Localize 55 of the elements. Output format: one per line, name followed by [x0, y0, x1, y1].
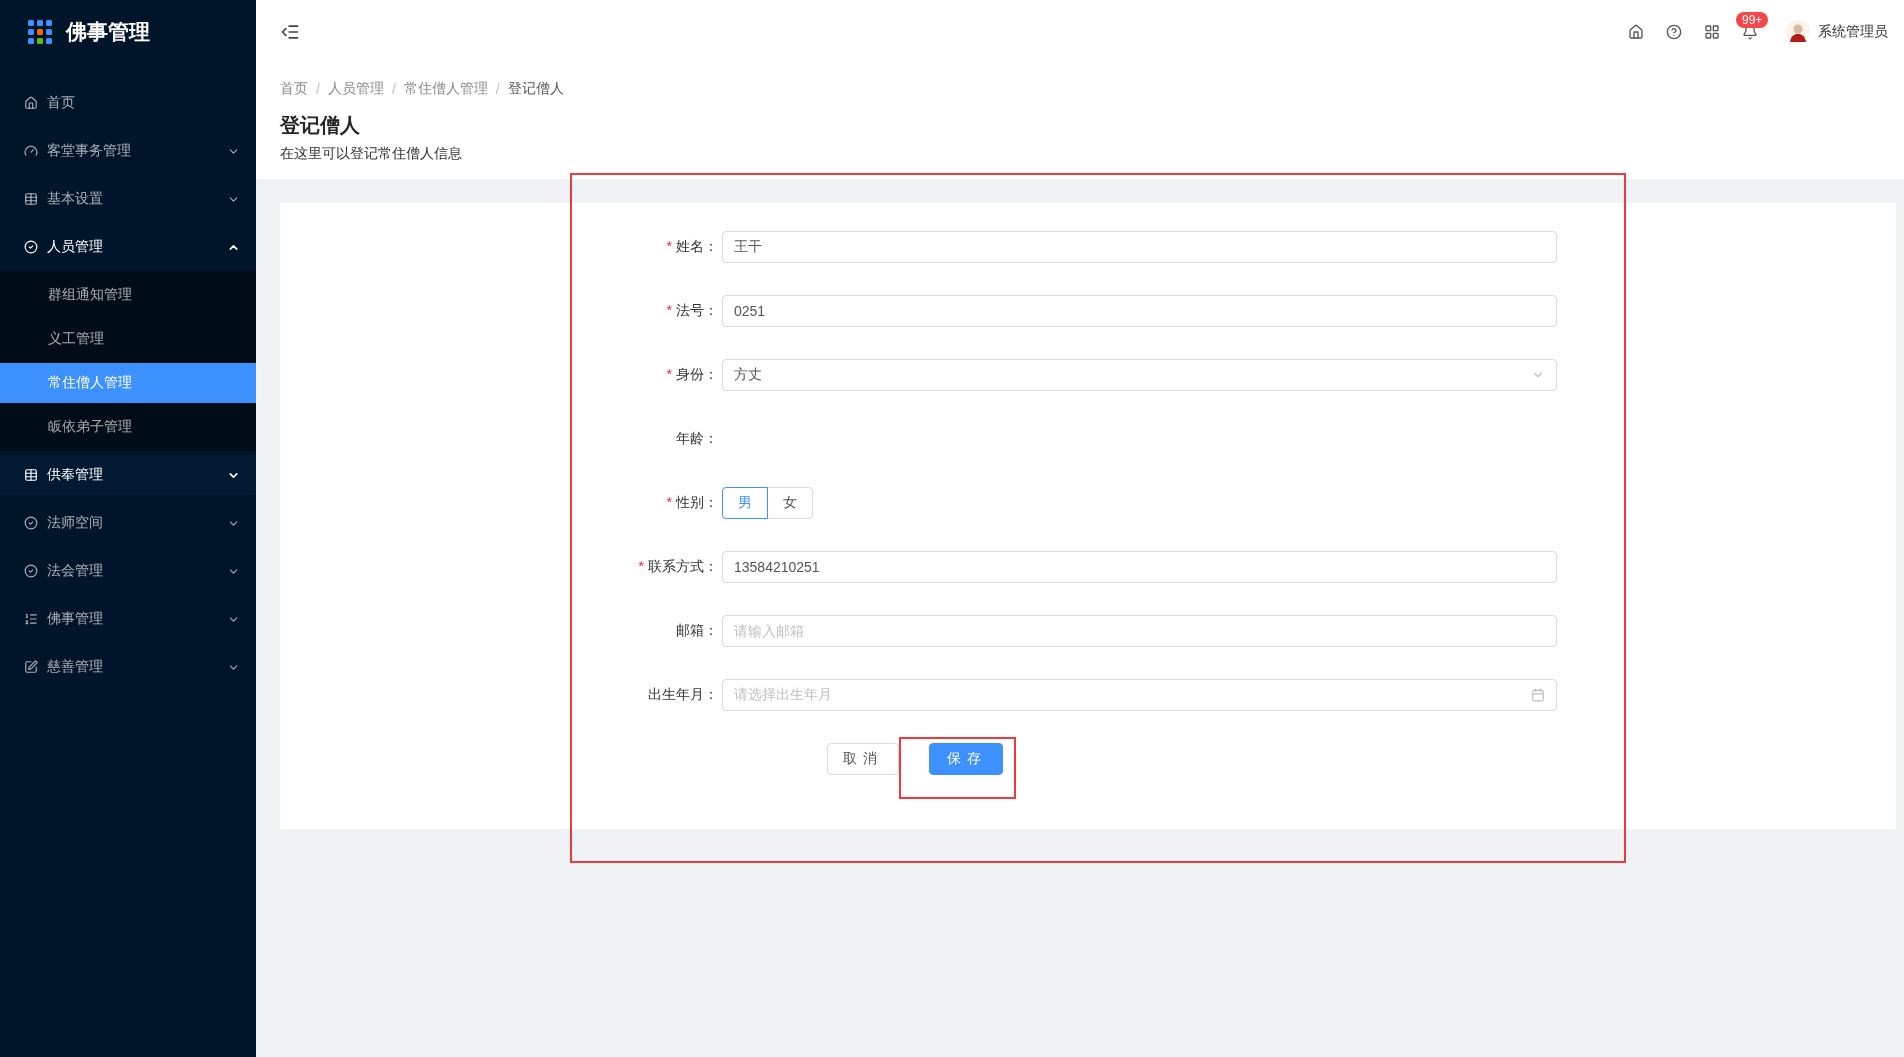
field-label: * 法号： [665, 302, 719, 320]
sidebar-subitem[interactable]: 群组通知管理 [0, 275, 256, 315]
gender-option[interactable]: 女 [767, 487, 813, 519]
text-input[interactable]: 王干 [722, 231, 1557, 263]
user-name[interactable]: 系统管理员 [1818, 23, 1888, 41]
menu-icon [24, 612, 38, 626]
field-label: * 姓名： [665, 238, 719, 256]
sidebar-item[interactable]: 基本设置 [0, 179, 256, 219]
sidebar-item[interactable]: 人员管理 [0, 227, 256, 267]
menu-icon [24, 240, 38, 254]
help-icon[interactable] [1666, 24, 1682, 40]
app-logo-title: 佛事管理 [66, 19, 150, 45]
text-input[interactable]: 13584210251 [722, 551, 1557, 583]
menu-icon [24, 144, 38, 158]
breadcrumb-separator: / [316, 81, 320, 97]
home-icon[interactable] [1628, 24, 1644, 40]
sidebar-subitem[interactable]: 义工管理 [0, 319, 256, 359]
field-label: * 性别： [665, 494, 719, 512]
field-label: 邮箱： [675, 622, 719, 640]
text-input[interactable]: 请输入邮箱 [722, 615, 1557, 647]
sidebar-item[interactable]: 首页 [0, 83, 256, 123]
avatar [1786, 20, 1810, 44]
sidebar-item[interactable]: 佛事管理 [0, 599, 256, 639]
breadcrumb-separator: / [495, 81, 500, 97]
menu-icon [24, 192, 38, 206]
field-label: 出生年月： [647, 686, 719, 704]
text-input[interactable]: 0251 [722, 295, 1557, 327]
breadcrumb-link[interactable]: 常住僧人管理 [403, 80, 488, 98]
sidebar-item[interactable]: 法会管理 [0, 551, 256, 591]
sidebar-item[interactable]: 慈善管理 [0, 647, 256, 687]
page-title: 登记僧人 [280, 113, 361, 138]
sidebar-item[interactable]: 客堂事务管理 [0, 131, 256, 171]
breadcrumb-link[interactable]: 首页 [280, 80, 308, 98]
menu-collapse-icon[interactable] [280, 22, 300, 42]
sidebar-subitem[interactable]: 皈依弟子管理 [0, 407, 256, 447]
sidebar-item[interactable]: 法师空间 [0, 503, 256, 543]
field-label: * 联系方式： [637, 558, 719, 576]
page-subtitle: 在这里可以登记常住僧人信息 [280, 145, 463, 163]
logo-icon [28, 20, 52, 44]
menu-icon [24, 468, 38, 482]
notification-badge: 99+ [1736, 12, 1769, 28]
menu-icon [24, 516, 38, 530]
select-field[interactable]: 方丈 [722, 359, 1557, 391]
menu-icon [24, 564, 38, 578]
breadcrumb-link[interactable]: 登记僧人 [507, 80, 564, 98]
breadcrumb-separator: / [391, 81, 396, 97]
grid-icon[interactable] [1704, 24, 1720, 40]
breadcrumb-link[interactable]: 人员管理 [327, 80, 384, 98]
field-label: 年龄： [675, 430, 719, 448]
calendar-icon [1531, 688, 1545, 702]
cancel-button[interactable]: 取消 [827, 743, 899, 775]
menu-icon [24, 96, 38, 110]
menu-icon [24, 660, 38, 674]
field-label: * 身份： [665, 366, 719, 384]
sidebar-item[interactable]: 供奉管理 [0, 455, 256, 495]
